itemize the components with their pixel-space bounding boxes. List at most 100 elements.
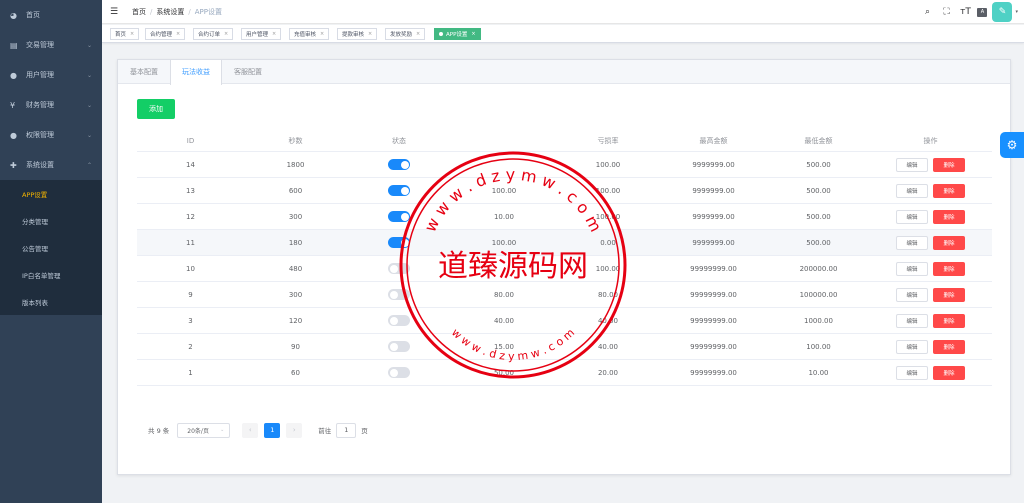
cell-loss-rate: 40.00 [597,342,619,351]
delete-button[interactable]: 删除 [933,183,965,198]
language-icon[interactable]: A [977,7,988,17]
close-icon[interactable]: × [130,31,134,37]
close-icon[interactable]: × [272,31,276,37]
cell-max-amount: 99999999.00 [690,264,737,273]
cell-status [347,230,451,255]
pagination-total: 共 9 条 [148,427,170,435]
close-icon[interactable]: × [368,31,372,37]
close-icon[interactable]: × [224,31,228,37]
sidebar-item-permissions[interactable]: ● 权限管理 ⌄ [0,120,102,150]
hamburger-icon[interactable]: ☰ [110,7,120,17]
status-toggle[interactable] [388,159,410,170]
tabs-header: 基本配置 玩法收益 客服配置 [118,60,1010,85]
settings-button[interactable]: ⚙ [1000,132,1024,158]
cell-max-amount: 99999999.00 [690,290,737,299]
sidebar-subitem-app-settings[interactable]: APP设置 [0,180,102,207]
edit-button[interactable]: 编辑 [896,339,928,354]
delete-button[interactable]: 删除 [933,261,965,276]
table-row: 13 600 100.00 100.00 9999999.00 500.00 编辑 删除 [137,178,992,204]
sidebar-item-home[interactable]: ◕ 首页 [0,0,102,30]
sidebar-subitem-ip-whitelist[interactable]: IP白名单管理 [0,261,102,288]
page-number-current[interactable]: 1 [264,422,281,438]
edit-button[interactable]: 编辑 [896,209,928,224]
table-row: 1 60 50.00 20.00 99999999.00 10.00 编辑 删除 [137,360,992,386]
breadcrumb-separator: / [150,7,153,16]
delete-button[interactable]: 删除 [933,209,965,224]
status-toggle[interactable] [388,211,410,222]
edit-button[interactable]: 编辑 [896,313,928,328]
sidebar-subitem-announcements[interactable]: 公告管理 [0,234,102,261]
fullscreen-icon[interactable]: ⛶ [939,7,953,17]
status-toggle[interactable] [388,341,410,352]
toggle-knob [400,238,409,247]
status-toggle[interactable] [388,315,410,326]
add-button[interactable]: 添加 [137,99,175,119]
tag-withdraw-review[interactable]: 提款审核 × [337,28,378,40]
caret-down-icon[interactable]: ▾ [1015,9,1018,15]
edit-button[interactable]: 编辑 [896,287,928,302]
edit-button[interactable]: 编辑 [896,157,928,172]
cell-actions: 编辑 删除 [869,282,992,307]
prev-page-button[interactable]: ‹ [242,422,259,438]
sidebar-subitem-versions[interactable]: 版本列表 [0,288,102,315]
edit-button[interactable]: 编辑 [896,235,928,250]
sidebar-item-trade[interactable]: ▤ 交易管理 ⌄ [0,30,102,60]
edit-button[interactable]: 编辑 [896,261,928,276]
tag-rewards[interactable]: 发放奖励 × [385,28,426,40]
tag-contract-orders[interactable]: 合约订单 × [193,28,234,40]
avatar[interactable]: ✎ [992,2,1013,22]
cell-rate: 80.00 [493,290,515,299]
tag-recharge-review[interactable]: 充值审核 × [289,28,330,40]
delete-button[interactable]: 删除 [933,157,965,172]
tab-service-config[interactable]: 客服配置 [222,60,274,84]
breadcrumb-system[interactable]: 系统设置 [156,7,184,17]
page-size-value: 20条/页 [187,427,209,435]
breadcrumb-home[interactable]: 首页 [132,7,146,17]
edit-button[interactable]: 编辑 [896,183,928,198]
delete-button[interactable]: 删除 [933,313,965,328]
delete-button[interactable]: 删除 [933,287,965,302]
cell-id: 12 [186,212,195,221]
tag-label: 首页 [115,32,127,38]
cell-status [347,204,451,229]
status-toggle[interactable] [388,263,410,274]
close-icon[interactable]: × [416,31,420,37]
delete-button[interactable]: 删除 [933,365,965,380]
cell-seconds: 600 [288,186,303,195]
cell-status [347,152,451,177]
edit-button[interactable]: 编辑 [896,365,928,380]
cell-max-amount: 9999999.00 [692,212,735,221]
sidebar-subitem-categories[interactable]: 分类管理 [0,207,102,234]
goto-page-input[interactable]: 1 [336,422,357,438]
toggle-knob [400,212,409,221]
status-toggle[interactable] [388,237,410,248]
close-icon[interactable]: × [320,31,324,37]
delete-button[interactable]: 删除 [933,339,965,354]
search-icon[interactable]: ⌕ [920,7,934,17]
cell-actions: 编辑 删除 [869,230,992,255]
font-size-icon[interactable]: ᴛT [958,7,972,17]
toggle-knob [389,290,398,299]
column-header-loss-rate: 亏损率 [597,136,619,145]
status-toggle[interactable] [388,367,410,378]
delete-button[interactable]: 删除 [933,235,965,250]
tag-app-settings[interactable]: APP设置 × [434,28,481,40]
sidebar-item-system[interactable]: ✚ 系统设置 ⌃ [0,150,102,180]
tag-contracts[interactable]: 合约管理 × [145,28,186,40]
page-size-select[interactable]: 20条/页 ⌄ [177,422,231,438]
close-icon[interactable]: × [471,31,475,37]
sidebar-item-label: 财务管理 [26,101,54,109]
active-dot-icon [439,32,443,36]
tab-play-income[interactable]: 玩法收益 [170,60,222,85]
status-toggle[interactable] [388,185,410,196]
sidebar-item-users[interactable]: ● 用户管理 ⌄ [0,60,102,90]
next-page-button[interactable]: › [286,422,303,438]
close-icon[interactable]: × [176,31,180,37]
config-table: ID 秒数 状态 亏损率 最高金额 最低金额 操作 14 1800 100.00 99… [137,130,992,386]
tag-home[interactable]: 首页 × [110,28,140,40]
tag-label: 合约订单 [198,32,221,38]
status-toggle[interactable] [388,289,410,300]
tag-users[interactable]: 用户管理 × [241,28,282,40]
tab-basic-config[interactable]: 基本配置 [118,60,170,84]
sidebar-item-finance[interactable]: ¥ 财务管理 ⌄ [0,90,102,120]
